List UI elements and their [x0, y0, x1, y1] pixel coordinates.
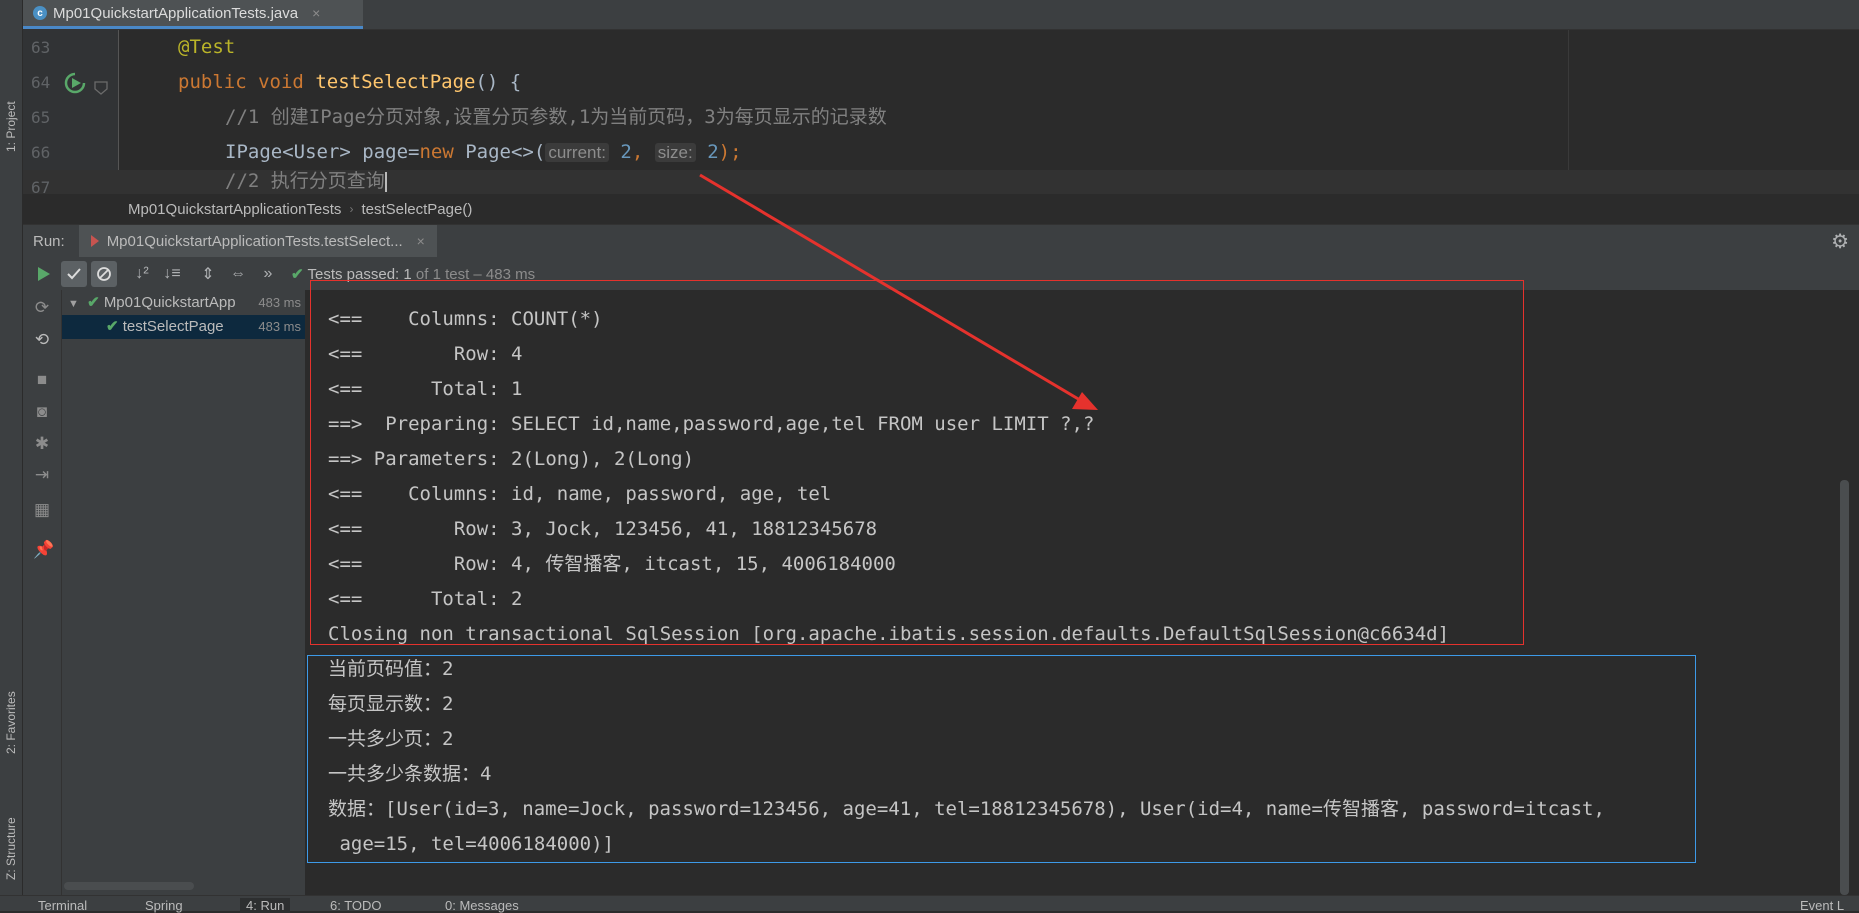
file-tab[interactable]: c Mp01QuickstartApplicationTests.java ×: [23, 0, 363, 29]
sort-by-duration-icon[interactable]: ↓≡: [159, 261, 185, 287]
code-token: Page<>(: [453, 141, 546, 163]
messages-tab[interactable]: 0: Messages: [445, 898, 519, 913]
comment-token: //1 创建IPage分页对象,设置分页参数,1为当前页码，3为每页显示的记录数: [225, 106, 887, 128]
event-log-tab[interactable]: Event L: [1800, 898, 1844, 913]
comment-token: //2 执行分页查询: [225, 170, 385, 192]
project-tool-tab-label: 1: Project: [4, 101, 18, 152]
layout-icon[interactable]: ▦: [33, 500, 51, 520]
line-number: 65: [31, 108, 51, 127]
run-config-icon: [90, 235, 101, 247]
run-side-toolbar: ⟳ ⟲ ■ ◙ ✱ ⇥ ▦ 📌: [23, 290, 62, 895]
rerun-failed-icon[interactable]: ⟳: [33, 298, 51, 318]
keyword-token: new: [419, 141, 454, 163]
java-class-icon: c: [33, 6, 47, 20]
terminal-tab[interactable]: Terminal: [38, 898, 87, 913]
run-config-tab[interactable]: Mp01QuickstartApplicationTests.testSelec…: [78, 225, 437, 257]
code-line-current: 67 //2 执行分页查询: [23, 170, 1859, 197]
code-line: 64 public void testSelectPage() {: [23, 65, 1859, 100]
code-token: IPage<User> page=: [225, 141, 420, 163]
structure-tool-tab[interactable]: Z: Structure: [0, 780, 22, 890]
sort-alphabetically-icon[interactable]: ↓²: [129, 261, 155, 287]
check-icon: ✔: [291, 265, 304, 283]
debug-icon[interactable]: ✱: [33, 434, 51, 454]
bottom-tool-bar: Terminal Spring 4: Run 6: TODO 0: Messag…: [0, 895, 1859, 913]
gear-icon[interactable]: ⚙: [1831, 229, 1849, 254]
code-token: );: [718, 141, 742, 163]
run-label: Run:: [33, 232, 65, 250]
code-line: 63 @Test: [23, 30, 1859, 65]
show-ignored-toggle[interactable]: [91, 260, 117, 287]
passed-check-icon: ✔: [87, 294, 100, 311]
test-tree-item-label: testSelectPage: [122, 318, 224, 335]
line-number: 63: [31, 38, 51, 57]
annotation-token: @Test: [178, 36, 236, 58]
test-tree-root[interactable]: ▼ ✔ Mp01QuickstartApp 483 ms: [62, 291, 305, 315]
spring-tab[interactable]: Spring: [145, 898, 183, 913]
test-tree-root-label: Mp01QuickstartApp: [103, 294, 236, 311]
rerun-button[interactable]: [31, 261, 57, 287]
code-editor[interactable]: 63 @Test 64 public void testSelectPage()…: [23, 30, 1859, 197]
code-line: 65 //1 创建IPage分页对象,设置分页参数,1为当前页码，3为每页显示的…: [23, 100, 1859, 135]
test-duration: 483 ms: [258, 319, 301, 334]
sql-log-highlight-box: [310, 280, 1524, 645]
toggle-auto-test-icon[interactable]: ⟲: [33, 330, 51, 350]
passed-check-icon: ✔: [106, 318, 119, 335]
keyword-token: public: [178, 71, 247, 93]
favorites-tool-tab[interactable]: 2: Favorites: [0, 660, 22, 760]
run-tab[interactable]: 4: Run: [240, 898, 291, 913]
todo-tab[interactable]: 6: TODO: [330, 898, 382, 913]
file-tab-label: Mp01QuickstartApplicationTests.java: [53, 4, 299, 22]
more-icon[interactable]: »: [255, 261, 281, 287]
run-tool-window-header: Run: Mp01QuickstartApplicationTests.test…: [23, 224, 1859, 258]
line-number: 66: [31, 143, 51, 162]
editor-tab-bar: c Mp01QuickstartApplicationTests.java ×: [23, 0, 1859, 30]
collapse-all-icon[interactable]: ⇔: [225, 261, 251, 287]
method-name-token: testSelectPage: [315, 71, 476, 93]
favorites-tool-tab-label: 2: Favorites: [4, 691, 18, 754]
test-duration: 483 ms: [258, 295, 301, 310]
code-text: @Test: [178, 30, 235, 65]
keyword-token: void: [258, 71, 304, 93]
export-icon[interactable]: ⇥: [33, 465, 51, 485]
code-token: () {: [475, 71, 522, 93]
test-tree-item[interactable]: ✔ testSelectPage 483 ms: [62, 315, 305, 339]
breadcrumb: Mp01QuickstartApplicationTests › testSel…: [23, 193, 1859, 224]
close-icon[interactable]: ×: [417, 233, 425, 249]
page-result-highlight-box: [307, 655, 1696, 863]
show-passed-toggle[interactable]: [61, 260, 87, 287]
close-icon[interactable]: ×: [312, 5, 320, 21]
camera-icon[interactable]: ◙: [33, 402, 51, 422]
text-caret: [384, 171, 387, 192]
number-token: 2: [620, 141, 632, 163]
stop-icon[interactable]: ■: [33, 370, 51, 390]
code-text: public void testSelectPage() {: [178, 65, 521, 100]
left-tool-strip: 1: Project 2: Favorites Z: Structure: [0, 0, 23, 895]
line-number: 64: [31, 73, 51, 92]
expand-all-icon[interactable]: ⇕: [195, 261, 221, 287]
code-token: ,: [631, 141, 644, 163]
code-text: //1 创建IPage分页对象,设置分页参数,1为当前页码，3为每页显示的记录数: [225, 100, 887, 135]
structure-tool-tab-label: Z: Structure: [4, 817, 18, 880]
tree-horizontal-scrollbar[interactable]: [64, 882, 194, 890]
number-token: 2: [707, 141, 719, 163]
chevron-down-icon[interactable]: ▼: [68, 298, 79, 310]
console-vertical-scrollbar[interactable]: [1840, 480, 1849, 895]
project-tool-tab[interactable]: 1: Project: [0, 80, 22, 160]
chevron-right-icon: ›: [349, 202, 354, 216]
parameter-hint: size:: [654, 143, 696, 162]
test-tree: ▼ ✔ Mp01QuickstartApp 483 ms ✔ testSelec…: [62, 290, 305, 895]
pin-icon[interactable]: 📌: [33, 540, 54, 560]
breadcrumb-method[interactable]: testSelectPage(): [361, 201, 472, 218]
parameter-hint: current:: [545, 143, 609, 162]
run-config-tab-label: Mp01QuickstartApplicationTests.testSelec…: [106, 232, 403, 250]
breadcrumb-class[interactable]: Mp01QuickstartApplicationTests: [128, 201, 341, 218]
